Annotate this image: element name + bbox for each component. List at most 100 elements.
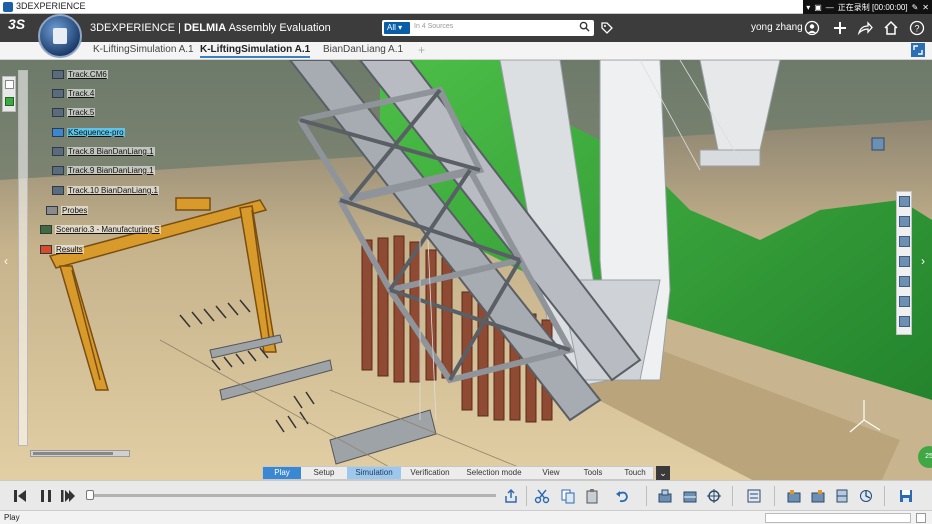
timeline-handle[interactable]: [86, 490, 94, 500]
tab-setup[interactable]: Setup: [303, 467, 345, 479]
copy-icon[interactable]: [560, 488, 576, 504]
step-forward-icon[interactable]: [60, 488, 76, 504]
separator: [646, 486, 647, 506]
right-tool-2-icon[interactable]: [899, 216, 910, 227]
track-icon: [52, 166, 64, 175]
status-toggle[interactable]: [916, 513, 926, 523]
chevron-down-icon[interactable]: ⌄: [656, 466, 670, 480]
command-input[interactable]: [765, 513, 911, 523]
tab-play[interactable]: Play: [263, 467, 301, 479]
tab-k-lifting-simulation-1[interactable]: K-LiftingSimulation A.1: [93, 44, 194, 55]
help-icon[interactable]: ?: [909, 20, 925, 36]
share-icon[interactable]: [857, 20, 873, 36]
export-icon[interactable]: [503, 488, 519, 504]
right-tool-6-icon[interactable]: [899, 296, 910, 307]
timeline-scrubber[interactable]: [88, 494, 496, 497]
right-tool-7-icon[interactable]: [899, 316, 910, 327]
tree-item-label: Scenario.3 - Manufacturing S: [55, 225, 161, 234]
separator: [774, 486, 775, 506]
right-tool-5-icon[interactable]: [899, 276, 910, 287]
track-icon: [52, 89, 64, 98]
track-icon: [52, 186, 64, 195]
fullscreen-button[interactable]: [911, 43, 925, 57]
tree-item-track-9[interactable]: Track.9 BianDanLiang.1: [52, 166, 155, 175]
compass-center-icon: [53, 28, 67, 44]
tree-item-track-4[interactable]: Track.4: [52, 89, 96, 98]
restore-icon[interactable]: ▣: [814, 3, 822, 12]
collapse-right-icon[interactable]: ›: [921, 255, 929, 267]
simulation-tool-1-icon[interactable]: [786, 488, 802, 504]
minimize-icon[interactable]: —: [826, 3, 834, 12]
sequence-tool-icon[interactable]: [746, 488, 762, 504]
results-icon: [40, 245, 52, 254]
close-icon[interactable]: ✕: [922, 3, 929, 12]
app-name-label: Assembly Evaluation: [228, 22, 331, 34]
undo-icon[interactable]: [614, 488, 630, 504]
search-input-placeholder[interactable]: In 4 Sources: [414, 23, 453, 30]
tree-item-results[interactable]: Results: [40, 245, 84, 254]
separator: [884, 486, 885, 506]
tab-selection-mode[interactable]: Selection mode: [459, 467, 529, 479]
compass-icon[interactable]: [38, 14, 82, 58]
save-icon[interactable]: [898, 488, 914, 504]
search-icon[interactable]: [579, 21, 590, 32]
separator: [526, 486, 527, 506]
pause-icon[interactable]: [38, 488, 54, 504]
tab-biandanliang[interactable]: BianDanLiang A.1: [323, 44, 403, 55]
title-separator: |: [178, 22, 181, 34]
tab-touch[interactable]: Touch: [615, 467, 655, 479]
tab-tools[interactable]: Tools: [573, 467, 613, 479]
tab-verification[interactable]: Verification: [403, 467, 457, 479]
tree-item-label: Results: [55, 245, 84, 254]
action-bar-section-tabs: Play Setup Simulation Verification Selec…: [262, 466, 654, 480]
pen-icon[interactable]: ✎: [912, 3, 919, 12]
sequence-icon: [52, 128, 64, 137]
tree-item-probes[interactable]: Probes: [46, 206, 89, 215]
tag-icon[interactable]: [600, 21, 614, 35]
collapse-left-icon[interactable]: ‹: [4, 255, 12, 267]
tree-item-scenario-3[interactable]: Scenario.3 - Manufacturing S: [40, 225, 161, 234]
add-icon[interactable]: [832, 20, 848, 36]
tab-view[interactable]: View: [531, 467, 571, 479]
tree-item-track-cm6[interactable]: Track.CM6: [52, 70, 108, 79]
user-name[interactable]: yong zhang: [751, 22, 803, 33]
dropdown-icon[interactable]: ▾: [806, 3, 810, 12]
right-tool-1-icon[interactable]: [899, 196, 910, 207]
track-icon: [52, 70, 64, 79]
brand-label: 3DEXPERIENCE: [90, 22, 175, 34]
search-scope-dropdown[interactable]: All ▾: [384, 22, 410, 34]
tree-item-label: Probes: [61, 206, 89, 215]
home-icon[interactable]: [883, 20, 899, 36]
tree-item-label: Track.4: [67, 89, 96, 98]
tree-item-track-8[interactable]: Track.8 BianDanLiang.1: [52, 147, 155, 156]
status-bar: Play: [0, 510, 932, 524]
tree-item-ksequence-pro[interactable]: KSequence-pro: [52, 128, 125, 137]
svg-text:?: ?: [914, 24, 919, 34]
floating-object-icon[interactable]: [871, 137, 885, 151]
assembly-tool-1-icon[interactable]: [657, 488, 673, 504]
recording-status: 正在录制 [00:00:00]: [837, 2, 908, 12]
specification-tree: Track.CM6 Track.4 Track.5 KSequence-pro …: [0, 60, 161, 480]
assembly-tool-3-icon[interactable]: [706, 488, 722, 504]
user-avatar-icon[interactable]: [804, 20, 820, 36]
simulation-tool-4-icon[interactable]: [858, 488, 874, 504]
right-tool-4-icon[interactable]: [899, 256, 910, 267]
tree-item-track-10[interactable]: Track.10 BianDanLiang.1: [52, 186, 159, 195]
scenario-icon: [40, 225, 52, 234]
right-tool-3-icon[interactable]: [899, 236, 910, 247]
assembly-tool-2-icon[interactable]: [682, 488, 698, 504]
paste-icon[interactable]: [584, 488, 600, 504]
track-icon: [52, 147, 64, 156]
action-bar: [0, 480, 932, 510]
add-tab-button[interactable]: +: [418, 43, 425, 57]
document-tabs: K-LiftingSimulation A.1 K-LiftingSimulat…: [0, 42, 932, 60]
tab-simulation[interactable]: Simulation: [347, 467, 401, 479]
tree-item-track-5[interactable]: Track.5: [52, 108, 96, 117]
step-back-icon[interactable]: [12, 488, 28, 504]
cut-icon[interactable]: [534, 488, 550, 504]
simulation-tool-2-icon[interactable]: [810, 488, 826, 504]
tab-k-lifting-simulation-2[interactable]: K-LiftingSimulation A.1: [200, 44, 311, 58]
search-box[interactable]: All ▾ In 4 Sources: [382, 20, 594, 36]
simulation-tool-3-icon[interactable]: [834, 488, 850, 504]
dassault-logo-icon: 3S: [8, 16, 26, 32]
